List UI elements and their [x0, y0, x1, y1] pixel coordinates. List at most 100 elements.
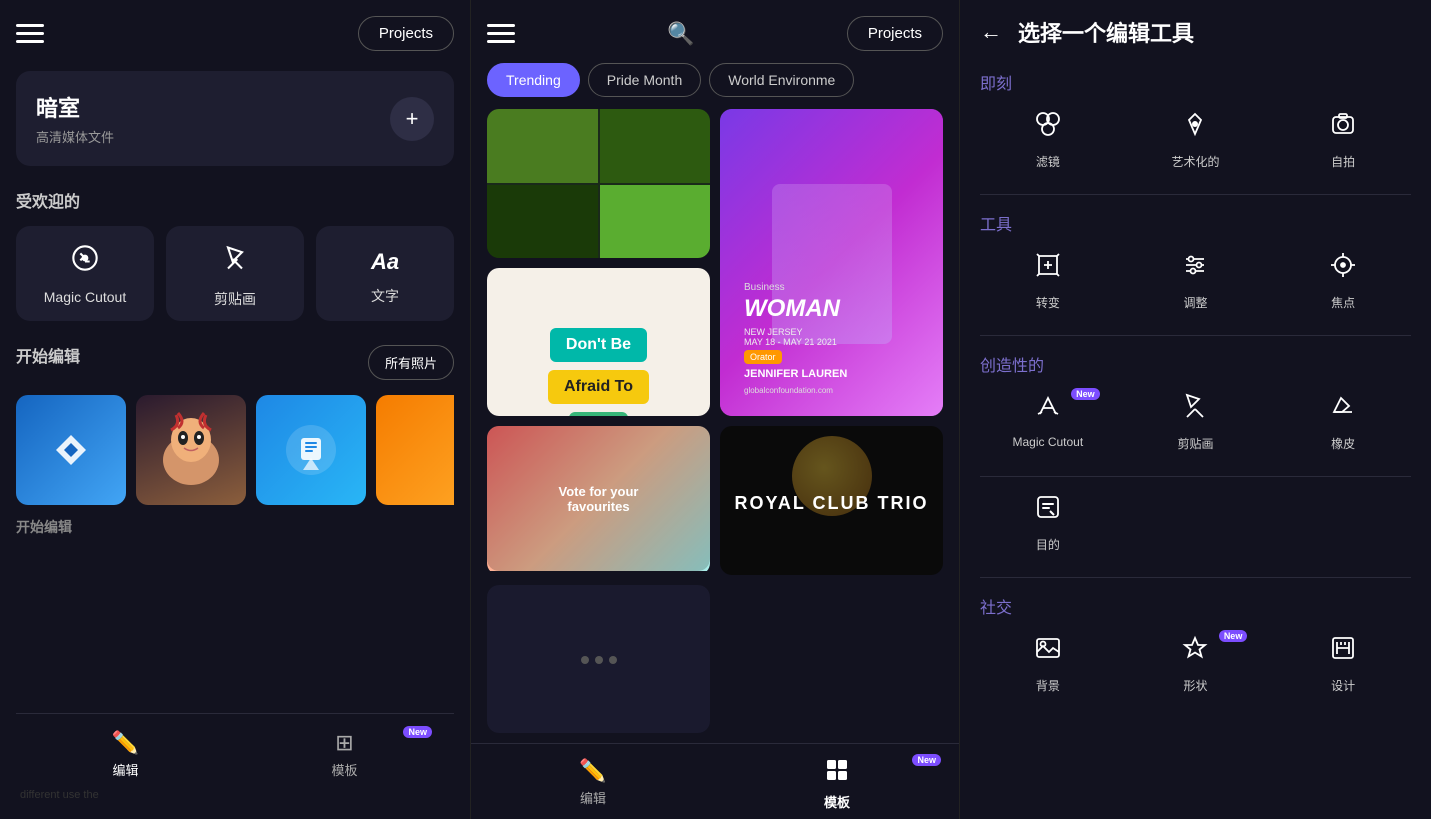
mid-projects-button[interactable]: Projects	[847, 16, 943, 51]
purpose-icon	[1034, 493, 1062, 528]
tool-artistic[interactable]: 艺术化的	[1128, 110, 1264, 170]
tab-world[interactable]: World Environme	[709, 63, 854, 97]
tpl-vote-text: Vote for yourfavourites	[559, 484, 639, 514]
mid-hamburger-icon[interactable]	[487, 24, 515, 43]
design-label: 设计	[1331, 677, 1355, 694]
tpl-woman-title: WOMAN	[744, 295, 919, 323]
bottom-text: different use the	[16, 787, 454, 803]
tab-pride[interactable]: Pride Month	[588, 63, 701, 97]
left-nav-template[interactable]: New ⊞ 模板	[235, 724, 454, 785]
purpose-label: 目的	[1036, 536, 1060, 553]
tpl-name: JENNIFER LAUREN	[744, 368, 919, 380]
mid-header: 🔍 Projects	[471, 0, 959, 63]
eraser-icon	[1329, 392, 1357, 427]
tool-design[interactable]: 设计	[1275, 634, 1411, 694]
mid-bottom-nav: ✏️ 编辑 New 模板	[471, 743, 959, 819]
tool-text[interactable]: Aa 文字	[316, 226, 454, 321]
tool-purpose[interactable]: 目的	[980, 493, 1116, 553]
section-social-title: 社交	[980, 594, 1411, 618]
photo-thumb-1[interactable]	[16, 395, 126, 505]
darkroom-subtitle: 高清媒体文件	[36, 127, 114, 146]
focus-icon	[1329, 251, 1357, 286]
text-icon: Aa	[371, 244, 399, 276]
tools-social-grid: 背景 New 形状 设计	[980, 634, 1411, 694]
photo-thumb-2[interactable]	[136, 395, 246, 505]
tpl-badge: Orator	[744, 350, 782, 364]
darkroom-card: 暗室 高清媒体文件 +	[16, 71, 454, 166]
tool-collage[interactable]: 剪贴画	[166, 226, 304, 321]
tool-collage-right[interactable]: 剪贴画	[1128, 392, 1264, 452]
hamburger-icon[interactable]	[16, 24, 44, 43]
adjust-label: 调整	[1183, 294, 1207, 311]
left-nav-edit[interactable]: ✏️ 编辑	[16, 724, 235, 785]
focus-label: 焦点	[1331, 294, 1355, 311]
tool-selfie[interactable]: 自拍	[1275, 110, 1411, 170]
tools-instant-grid: 滤镜 艺术化的 自拍	[980, 110, 1411, 170]
tpl-web: globalconfoundation.com	[744, 386, 919, 395]
tpl-line2: Afraid To	[548, 370, 649, 404]
transform-icon	[1034, 251, 1062, 286]
collage-icon	[221, 244, 249, 279]
left-panel: Projects 暗室 高清媒体文件 + 受欢迎的 Magic Cutout	[0, 0, 470, 819]
selfie-label: 自拍	[1331, 153, 1355, 170]
template-placeholder	[487, 585, 710, 734]
mid-nav-edit-label: 编辑	[580, 788, 606, 807]
start-edit-label: 开始编辑	[16, 343, 80, 367]
tool-background[interactable]: 背景	[980, 634, 1116, 694]
left-nav-template-label: 模板	[331, 760, 357, 779]
tool-filter[interactable]: 滤镜	[980, 110, 1116, 170]
template-woman[interactable]: Business WOMAN NEW JERSEYMAY 18 - MAY 21…	[720, 109, 943, 416]
template-icon: ⊞	[335, 730, 353, 756]
templates-grid: Business WOMAN NEW JERSEYMAY 18 - MAY 21…	[471, 109, 959, 743]
tab-bar: Trending Pride Month World Environme	[471, 63, 959, 109]
background-label: 背景	[1036, 677, 1060, 694]
all-photos-button[interactable]: 所有照片	[368, 345, 454, 380]
photo-thumb-3[interactable]	[256, 395, 366, 505]
tab-trending[interactable]: Trending	[487, 63, 580, 97]
template-green[interactable]	[487, 109, 710, 258]
template-royal[interactable]: ROYAL CLUB TRIO	[720, 426, 943, 575]
add-button[interactable]: +	[390, 97, 434, 141]
magic-cutout-right-icon	[1034, 392, 1062, 427]
right-header: ← 选择一个编辑工具	[980, 16, 1411, 48]
tool-adjust[interactable]: 调整	[1128, 251, 1264, 311]
design-icon	[1329, 634, 1357, 669]
tool-magic-cutout-label: Magic Cutout	[44, 289, 126, 305]
start-edit-header: 开始编辑 所有照片	[16, 343, 454, 381]
tpl-business-label: Business	[744, 282, 919, 293]
shape-icon	[1181, 634, 1209, 669]
mid-edit-icon: ✏️	[579, 758, 606, 784]
tool-magic-cutout-right[interactable]: New Magic Cutout	[980, 392, 1116, 452]
right-title: 选择一个编辑工具	[1018, 16, 1194, 48]
mid-nav-edit[interactable]: ✏️ 编辑	[471, 754, 715, 815]
tool-transform[interactable]: 转变	[980, 251, 1116, 311]
mid-nav-template[interactable]: New 模板	[715, 754, 959, 815]
popular-label: 受欢迎的	[16, 188, 454, 212]
bottom-section-label: 开始编辑	[16, 517, 454, 537]
shape-new-badge: New	[1219, 630, 1248, 642]
left-projects-button[interactable]: Projects	[358, 16, 454, 51]
photos-grid	[16, 395, 454, 505]
left-bottom-nav: ✏️ 编辑 New ⊞ 模板	[16, 713, 454, 785]
section-instant-title: 即刻	[980, 70, 1411, 94]
tool-shape[interactable]: New 形状	[1128, 634, 1264, 694]
tool-text-label: 文字	[371, 286, 399, 306]
shape-label: 形状	[1183, 677, 1207, 694]
left-header: Projects	[16, 16, 454, 51]
tools-creative-grid: New Magic Cutout 剪贴画	[980, 392, 1411, 452]
tool-focus[interactable]: 焦点	[1275, 251, 1411, 311]
search-button[interactable]: 🔍	[667, 21, 694, 47]
collage-right-icon	[1181, 392, 1209, 427]
tool-eraser[interactable]: 橡皮	[1275, 392, 1411, 452]
artistic-label: 艺术化的	[1171, 153, 1219, 170]
back-button[interactable]: ←	[980, 19, 1002, 45]
tpl-line1: Don't Be	[550, 328, 647, 362]
edit-icon: ✏️	[112, 730, 139, 756]
adjust-icon	[1181, 251, 1209, 286]
mid-template-icon	[825, 758, 849, 788]
template-vote[interactable]: Vote for yourfavourites	[487, 426, 710, 575]
section-tools-title: 工具	[980, 211, 1411, 235]
template-motivational[interactable]: Don't Be Afraid To Fail Be Afraid OfNot …	[487, 268, 710, 417]
tool-magic-cutout[interactable]: Magic Cutout	[16, 226, 154, 321]
photo-thumb-4[interactable]	[376, 395, 454, 505]
